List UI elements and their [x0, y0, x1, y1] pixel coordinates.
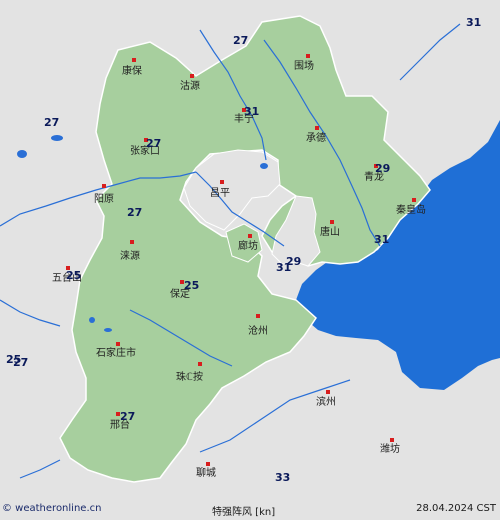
city-marker: [326, 390, 330, 394]
city-marker: [198, 362, 202, 366]
city-label: 承德: [306, 131, 326, 144]
city-label: 围场: [294, 59, 314, 72]
city-label: 秦皇岛: [396, 203, 426, 216]
city-marker: [412, 198, 416, 202]
city-label: 珠ℂ按: [176, 370, 203, 383]
city-label: 康保: [122, 64, 142, 77]
city-marker: [116, 342, 120, 346]
city-marker: [306, 54, 310, 58]
footer-bar: © weatheronline.cn 特强阵风 [kn] 28.04.2024 …: [0, 500, 500, 520]
gust-value: 27: [44, 116, 59, 129]
city-marker: [190, 74, 194, 78]
city-marker: [130, 240, 134, 244]
city-marker: [220, 180, 224, 184]
city-label: 聊城: [196, 466, 216, 479]
city-label: 昌平: [210, 187, 230, 199]
gust-value: 27: [146, 137, 161, 150]
site-credit[interactable]: © weatheronline.cn: [2, 503, 101, 514]
city-label: 石家庄市: [96, 346, 136, 359]
gust-value: 31: [374, 233, 389, 246]
gust-value: 33: [275, 471, 290, 484]
map-date: 28.04.2024 CST: [416, 503, 496, 514]
map-title: 特强阵风 [kn]: [212, 507, 276, 518]
gust-value: 31: [466, 16, 481, 29]
gust-value: 29: [375, 162, 390, 175]
city-marker: [256, 314, 260, 318]
city-marker: [315, 126, 319, 130]
city-label: 唐山: [320, 225, 340, 238]
gust-value: 27: [233, 34, 248, 47]
gust-value: 27: [13, 356, 28, 369]
gust-value: 31: [276, 261, 291, 274]
gust-value: 31: [244, 105, 259, 118]
city-label: 廊坊: [238, 239, 258, 252]
city-marker: [330, 220, 334, 224]
gust-value: 27: [127, 206, 142, 219]
city-marker: [248, 234, 252, 238]
city-label: 潍坊: [380, 442, 400, 455]
city-marker: [390, 438, 394, 442]
city-marker: [102, 184, 106, 188]
city-marker: [206, 462, 210, 466]
gust-value: 27: [120, 410, 135, 423]
gust-value: 25: [184, 279, 199, 292]
city-label: 沧州: [248, 324, 268, 337]
city-label: 涞源: [120, 249, 140, 262]
city-label: 滨州: [316, 395, 336, 408]
city-label: 阳原: [94, 193, 114, 205]
city-marker: [132, 58, 136, 62]
map: 康保 沽源 围场 丰宁 承德 张家口 青龙 昌平 阳原 秦皇岛 唐山 涞源 廊坊…: [0, 0, 500, 500]
gust-value: 25: [66, 269, 81, 282]
city-label: 沽源: [180, 79, 200, 92]
